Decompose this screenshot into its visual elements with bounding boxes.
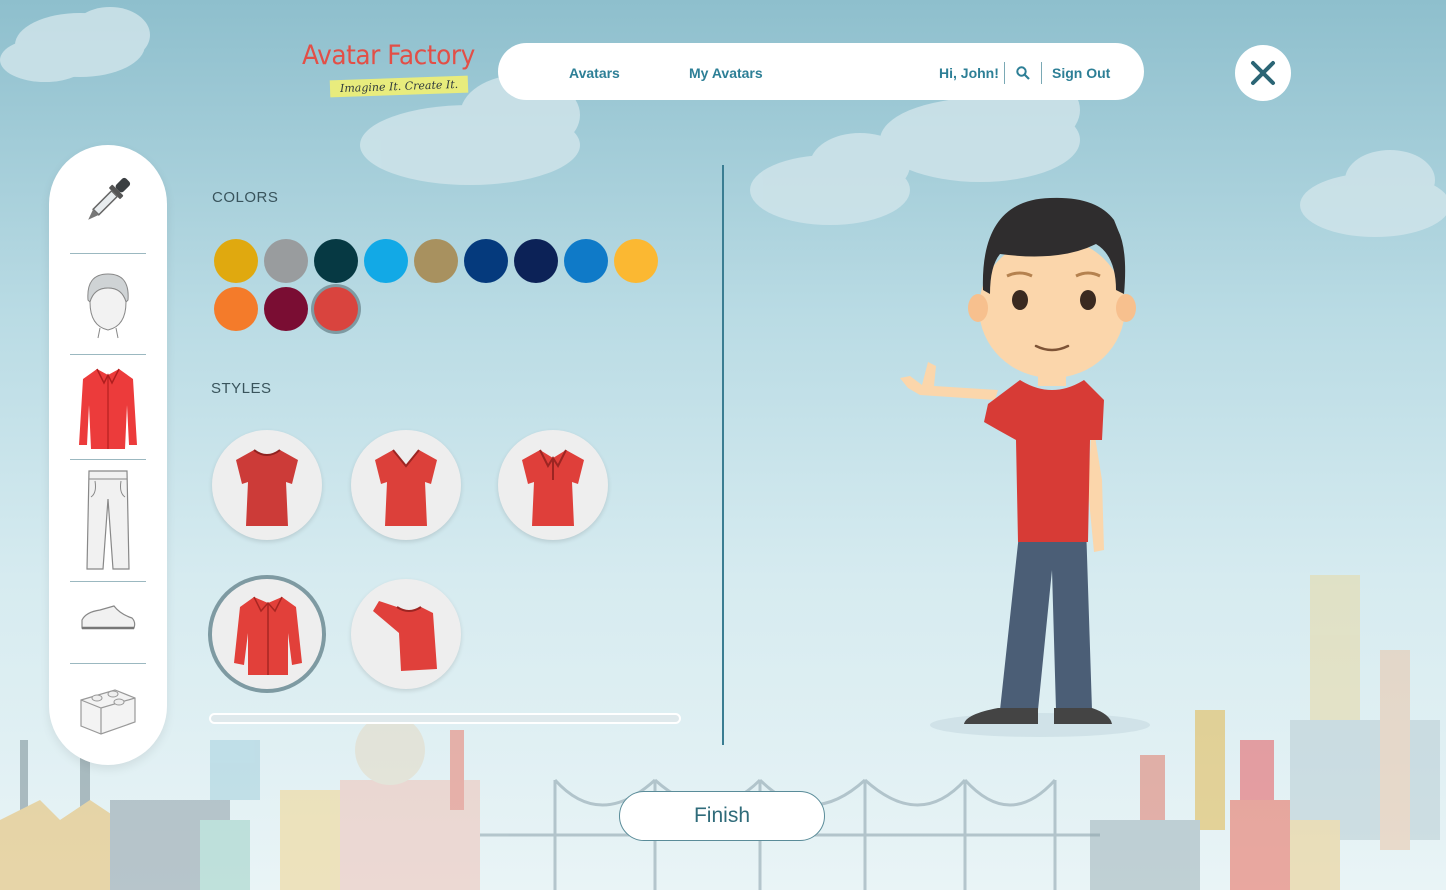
button-shirt-icon [234,596,302,675]
tool-pants[interactable] [49,469,167,573]
color-swatch[interactable] [414,239,458,283]
logo-tagline: Imagine It. Create It. [329,75,469,98]
crew-tee-icon [236,449,298,526]
style-option-v-neck-tee[interactable] [351,430,461,540]
toolbar-divider [70,354,146,355]
color-swatch[interactable] [514,239,558,283]
color-swatch[interactable] [214,287,258,331]
avatar-preview [900,197,1150,737]
style-option-crew-neck-tee[interactable] [212,430,322,540]
color-swatch[interactable] [264,287,308,331]
color-swatch[interactable] [214,239,258,283]
eyedropper-icon [88,177,131,220]
styles-scrollbar[interactable] [209,713,681,724]
color-swatch[interactable] [464,239,508,283]
polo-shirt-icon [522,449,584,526]
toolbar-divider [70,253,146,254]
logo[interactable]: Avatar Factory Imagine It. Create It. [300,38,480,110]
v-neck-tee-icon [375,449,437,526]
logo-title: Avatar Factory [302,40,475,71]
tool-accessory[interactable] [49,682,167,738]
style-option-button-shirt[interactable] [212,579,322,689]
sign-out-link[interactable]: Sign Out [1052,65,1110,81]
nav-divider [1041,62,1042,84]
long-sleeve-tee-icon [373,601,437,671]
tool-face[interactable] [49,270,167,340]
color-swatch[interactable] [314,287,358,331]
toolbar-divider [70,459,146,460]
colors-heading: COLORS [212,189,279,206]
category-toolbar [49,145,167,765]
box-icon [80,689,136,735]
toolbar-divider [70,663,146,664]
shirt-icon [79,368,137,449]
toolbar-divider [70,581,146,582]
tool-shoes[interactable] [49,600,167,634]
face-icon [87,273,129,339]
tool-eyedropper[interactable] [49,170,167,230]
color-swatch[interactable] [614,239,658,283]
color-swatch[interactable] [564,239,608,283]
style-option-polo-shirt[interactable] [498,430,608,540]
nav-my-avatars-link[interactable]: My Avatars [689,65,763,81]
search-icon[interactable] [1016,66,1030,80]
color-swatch[interactable] [314,239,358,283]
user-greeting[interactable]: Hi, John! [939,65,999,81]
color-swatch[interactable] [364,239,408,283]
color-swatch[interactable] [264,239,308,283]
close-button[interactable] [1235,45,1291,101]
styles-heading: STYLES [211,380,272,397]
finish-button[interactable]: Finish [619,791,825,841]
close-icon [1251,61,1275,85]
top-nav: Avatars My Avatars Hi, John! Sign Out [498,43,1144,100]
panel-divider [722,165,724,745]
tool-shirt[interactable] [49,365,167,451]
nav-avatars-link[interactable]: Avatars [569,65,620,81]
shoe-icon [81,605,136,630]
pants-icon [86,470,130,570]
nav-divider [1004,62,1005,84]
style-option-long-sleeve-tee[interactable] [351,579,461,689]
